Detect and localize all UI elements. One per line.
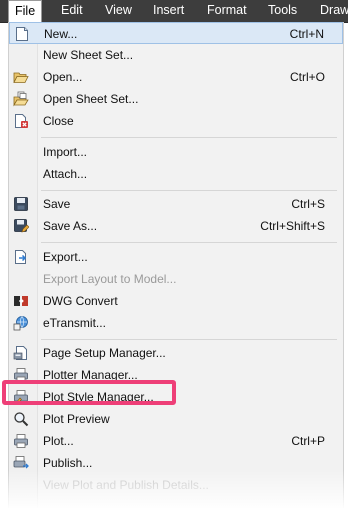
open-sheet-set-icon xyxy=(13,91,29,107)
menu-bar: File Edit View Insert Format Tools Draw xyxy=(0,0,348,23)
save-icon xyxy=(14,197,28,211)
menu-item-open[interactable]: Open... Ctrl+O xyxy=(9,66,343,88)
menu-item-label: Export... xyxy=(43,250,88,264)
menu-item-open-sheet-set[interactable]: Open Sheet Set... xyxy=(9,88,343,110)
menubar-view[interactable]: View xyxy=(105,0,132,22)
menu-separator xyxy=(41,137,337,138)
menu-item-label: Publish... xyxy=(43,456,93,470)
menu-item-label: Save As... xyxy=(43,219,98,233)
menu-item-label: Export Layout to Model... xyxy=(43,272,177,286)
menu-item-label: New Sheet Set... xyxy=(43,48,134,62)
new-file-icon xyxy=(16,27,28,41)
menu-separator xyxy=(41,190,337,191)
menubar-tools[interactable]: Tools xyxy=(268,0,297,22)
menu-item-etransmit[interactable]: eTransmit... xyxy=(9,312,343,334)
plot-preview-icon xyxy=(14,412,29,427)
menu-item-label: New... xyxy=(44,27,78,41)
file-menu-dropdown: New... Ctrl+N New Sheet Set... Open... C… xyxy=(8,22,344,508)
menu-item-label: Save xyxy=(43,197,71,211)
menu-item-save-as[interactable]: Save As... Ctrl+Shift+S xyxy=(9,215,343,237)
menu-item-label: Page Setup Manager... xyxy=(43,346,166,360)
menu-item-label: DWG Convert xyxy=(43,294,118,308)
menu-item-shortcut: Ctrl+O xyxy=(289,70,325,84)
menu-item-close[interactable]: Close xyxy=(9,110,343,132)
menu-item-new[interactable]: New... Ctrl+N xyxy=(9,22,343,44)
menu-item-new-sheet-set[interactable]: New Sheet Set... xyxy=(9,44,343,66)
menu-separator xyxy=(41,242,337,243)
menu-item-shortcut: Ctrl+P xyxy=(291,434,325,448)
menu-item-page-setup-manager[interactable]: Page Setup Manager... xyxy=(9,342,343,364)
menu-item-plot[interactable]: Plot... Ctrl+P xyxy=(9,430,343,452)
menu-item-label: eTransmit... xyxy=(43,316,106,330)
etransmit-icon xyxy=(13,316,28,331)
menu-item-publish[interactable]: Publish... xyxy=(9,452,343,474)
menu-item-label: Close xyxy=(43,114,74,128)
menu-separator xyxy=(41,339,337,340)
menu-item-shortcut: Ctrl+Shift+S xyxy=(260,219,325,233)
export-icon xyxy=(15,250,27,264)
menu-item-label: Plot Preview xyxy=(43,412,110,426)
menu-item-label: Attach... xyxy=(43,167,88,181)
menu-item-export-layout-to-model[interactable]: Export Layout to Model... xyxy=(9,268,343,290)
plot-icon xyxy=(14,434,28,448)
menubar-draw[interactable]: Draw xyxy=(320,0,348,22)
menubar-format[interactable]: Format xyxy=(207,0,247,22)
menu-item-view-plot-and-publish-details[interactable]: View Plot and Publish Details... xyxy=(9,474,343,496)
menu-item-attach[interactable]: Attach... xyxy=(9,163,343,185)
menu-item-label: Import... xyxy=(43,145,88,159)
menu-item-export[interactable]: Export... xyxy=(9,246,343,268)
menu-item-plot-preview[interactable]: Plot Preview xyxy=(9,408,343,430)
save-as-icon xyxy=(14,219,29,233)
menu-item-save[interactable]: Save Ctrl+S xyxy=(9,193,343,215)
menu-item-label: Open Sheet Set... xyxy=(43,92,139,106)
menu-item-dwg-convert[interactable]: DWG Convert xyxy=(9,290,343,312)
highlight-annotation-box xyxy=(2,380,176,405)
menu-item-import[interactable]: Import... xyxy=(9,141,343,163)
close-drawing-icon xyxy=(15,114,28,128)
page-setup-icon xyxy=(13,346,27,360)
menu-item-shortcut: Ctrl+S xyxy=(291,197,325,211)
menu-item-shortcut: Ctrl+N xyxy=(289,27,324,41)
menubar-file[interactable]: File xyxy=(8,0,43,22)
menubar-insert[interactable]: Insert xyxy=(153,0,184,22)
menu-item-label: Open... xyxy=(43,70,83,84)
open-folder-icon xyxy=(13,72,29,83)
publish-icon xyxy=(13,456,29,469)
menubar-edit[interactable]: Edit xyxy=(61,0,83,22)
dwg-convert-icon xyxy=(14,296,28,306)
menu-item-label: Plot... xyxy=(43,434,74,448)
menu-item-label: View Plot and Publish Details... xyxy=(43,478,209,492)
